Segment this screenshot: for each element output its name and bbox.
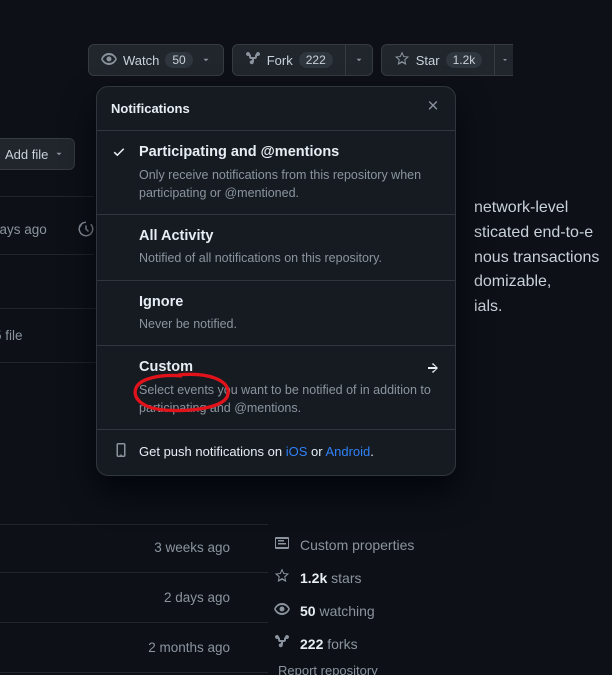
report-repository-link[interactable]: Report repository [278,663,378,675]
dropdown-title: Notifications [111,101,190,116]
notif-option-custom[interactable]: Custom Select events you want to be noti… [97,346,455,429]
history-icon[interactable] [78,221,94,240]
caret-down-icon [201,53,211,68]
push-notifications-footer: Get push notifications on iOS or Android… [97,430,455,475]
watch-count: 50 [165,52,192,68]
add-file-label: Add file [5,147,48,162]
star-count: 1.2k [446,52,483,68]
close-icon [425,103,441,118]
watch-button[interactable]: Watch 50 [88,44,224,76]
star-menu-button[interactable] [495,44,513,76]
android-link[interactable]: Android [325,444,370,459]
note-icon [274,535,290,554]
sidebar-watching[interactable]: 50 watching [274,601,414,620]
sidebar-forks[interactable]: 222 forks [274,634,414,653]
star-icon [394,51,410,70]
eye-icon [101,51,117,70]
caret-down-icon [54,147,64,162]
notif-option-ignore[interactable]: Ignore Never be notified. [97,281,455,346]
ios-link[interactable]: iOS [286,444,308,459]
notifications-dropdown: Notifications Participating and @mention… [96,86,456,476]
fork-icon [245,51,261,70]
watch-label: Watch [123,53,159,68]
file-age: 2 days ago [140,590,230,605]
fork-button[interactable]: Fork 222 [232,44,346,76]
sidebar-custom-properties[interactable]: Custom properties [274,535,414,554]
file-age: 2 months ago [140,640,230,655]
notif-option-all-activity[interactable]: All Activity Notified of all notificatio… [97,215,455,280]
notif-option-participating[interactable]: Participating and @mentions Only receive… [97,131,455,214]
about-description: network-level sticated end-to-e nous tra… [474,196,612,320]
add-file-button[interactable]: Add file [0,138,75,170]
star-button[interactable]: Star 1.2k [381,44,496,76]
close-button[interactable] [425,99,441,118]
file-age: 3 weeks ago [140,540,230,555]
arrow-right-icon [425,360,441,379]
caret-down-icon [501,53,509,68]
fork-count: 222 [299,52,333,68]
sidebar-stars[interactable]: 1.2k stars [274,568,414,587]
eye-icon [274,601,290,620]
caret-down-icon [354,53,364,68]
fork-label: Fork [267,53,293,68]
latest-commit-age: days ago [0,222,47,237]
phone-icon [113,442,129,461]
star-label: Star [416,53,440,68]
file-label-partial: 5 file [0,328,23,343]
fork-menu-button[interactable] [346,44,373,76]
fork-icon [274,634,290,653]
star-icon [274,568,290,587]
check-icon [111,145,127,164]
